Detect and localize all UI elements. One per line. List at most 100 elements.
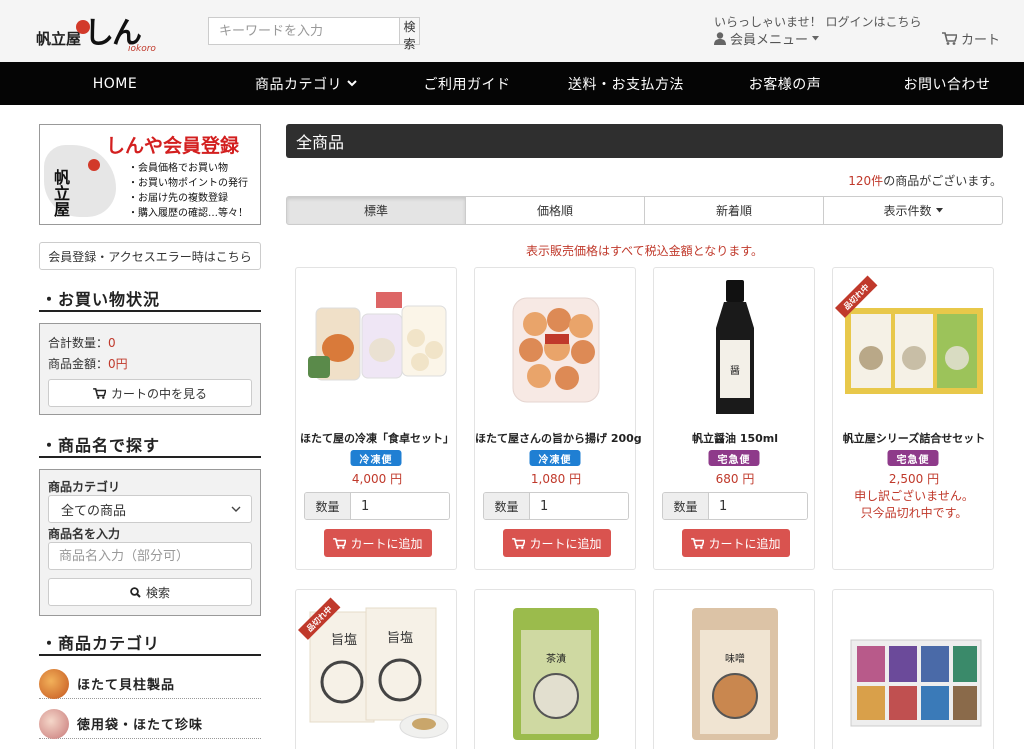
product-card: ほたて屋さんの旨から揚げ 200g 冷凍便 1,080 円 数量 1 カートに追… (474, 267, 642, 570)
per-page-label: 表示件数 (883, 204, 932, 218)
nav-shipping-payment[interactable]: 送料・お支払方法 (552, 62, 700, 105)
search-icon (130, 586, 141, 598)
product-card: 旨塩 旨塩 品切れ中 (295, 589, 457, 749)
product-image[interactable] (483, 278, 629, 418)
product-name[interactable]: 帆立屋シリーズ詰合せセット (833, 430, 993, 446)
page-title: 全商品 (286, 124, 1003, 158)
header-cart-link[interactable]: カート (942, 29, 1000, 48)
nav-product-category-label: 商品カテゴリ (255, 76, 342, 93)
product-name[interactable]: ほたて屋の冷凍「食卓セット」 (296, 430, 458, 446)
product-image[interactable] (841, 600, 987, 740)
view-cart-label: カートの中を見る (110, 386, 207, 401)
header-cart-label: カート (961, 33, 1001, 48)
scallop-category-icon (39, 668, 69, 699)
sort-tab-price[interactable]: 価格順 (465, 196, 645, 225)
shipping-badge: 宅急便 (887, 450, 939, 466)
product-name[interactable]: 帆立醤油 150ml (654, 430, 816, 446)
cart-icon (512, 537, 526, 549)
search-by-name-heading: ・商品名で探す (39, 432, 261, 458)
member-menu-dropdown[interactable]: 会員メニュー (714, 29, 820, 48)
nav-contact[interactable]: お問い合わせ (870, 62, 1024, 105)
chevron-down-icon (231, 506, 241, 512)
nav-home[interactable]: HOME (0, 62, 230, 105)
product-count-suffix: の商品がございます。 (883, 174, 1002, 188)
shopping-status-heading: ・お買い物状況 (39, 286, 261, 312)
shipping-badge: 冷凍便 (529, 450, 581, 466)
total-amount-value: 0円 (108, 357, 128, 371)
product-price: 2,500 円 (888, 472, 940, 486)
category-label: ほたて貝柱製品 (77, 678, 176, 693)
quantity-field: 数量 1 (662, 492, 808, 520)
add-to-cart-button[interactable]: カートに追加 (324, 529, 432, 557)
site-header: 帆立屋 しんや iokoro 検索 いらっしゃいませ！ ログインはこちら 会員メ… (0, 0, 1024, 95)
product-count-number: 120件 (848, 174, 884, 188)
cart-icon (93, 387, 106, 399)
product-image[interactable]: 味噌 (662, 600, 808, 740)
product-card: 醤 帆立醤油 150ml 宅急便 680 円 数量 1 カートに追加 (653, 267, 815, 570)
total-qty-row: 合計数量：0 (48, 334, 116, 351)
sidebar-category-value-packs[interactable]: 徳用袋・ほたて珍味 (39, 708, 261, 739)
nav-product-category[interactable]: 商品カテゴリ (230, 62, 382, 105)
product-name-input[interactable] (48, 542, 252, 570)
member-registration-banner[interactable]: しんや会員登録 帆立屋 ・会員価格でお買い物 ・お買い物ポイントの発行 ・お届け… (39, 124, 261, 225)
category-select-value: 全ての商品 (61, 503, 127, 519)
quantity-label: 数量 (663, 493, 709, 519)
product-image[interactable]: 醤 (662, 278, 808, 418)
banner-benefits: ・会員価格でお買い物 ・お買い物ポイントの発行 ・お届け先の複数登録 ・購入履歴… (128, 161, 248, 221)
banner-benefit: ・購入履歴の確認…等々！ (128, 208, 248, 219)
nav-guide[interactable]: ご利用ガイド (382, 62, 552, 105)
view-cart-button[interactable]: カートの中を見る (48, 379, 252, 407)
keyword-search-input[interactable] (209, 18, 399, 44)
svg-text:醤: 醤 (730, 364, 740, 377)
banner-benefit: ・お買い物ポイントの発行 (128, 178, 248, 189)
sort-tab-new[interactable]: 新着順 (644, 196, 824, 225)
category-select-label: 商品カテゴリ (48, 480, 121, 494)
main-nav: HOME 商品カテゴリ ご利用ガイド 送料・お支払方法 お客様の声 お問い合わせ (0, 62, 1024, 105)
product-card: 品切れ中 帆立屋シリーズ詰合せセット 宅急便 2,500 円 申し訳ございません… (832, 267, 994, 570)
access-error-button[interactable]: 会員登録・アクセスエラー時はこちら (39, 242, 261, 270)
add-to-cart-button[interactable]: カートに追加 (682, 529, 790, 557)
svg-text:茶漬: 茶漬 (546, 652, 566, 665)
product-price: 680 円 (715, 472, 755, 486)
quantity-field: 数量 1 (483, 492, 629, 520)
keyword-search-button[interactable]: 検索 (399, 18, 419, 51)
cart-icon (942, 32, 957, 45)
banner-benefit: ・お届け先の複数登録 (128, 193, 228, 204)
sort-tab-per-page[interactable]: 表示件数 (823, 196, 1003, 225)
quantity-label: 数量 (305, 493, 351, 519)
member-menu-label: 会員メニュー (730, 33, 809, 48)
logo-small-text: 帆立屋 (36, 30, 82, 48)
caret-down-icon (935, 208, 943, 213)
add-to-cart-label: カートに追加 (708, 536, 781, 551)
add-to-cart-button[interactable]: カートに追加 (503, 529, 611, 557)
sort-tab-standard[interactable]: 標準 (286, 196, 466, 225)
cart-icon (691, 537, 705, 549)
product-image[interactable]: 茶漬 (483, 600, 629, 740)
sort-tabs: 標準 価格順 新着順 表示件数 (286, 196, 1003, 225)
sold-out-message: 申し訳ございません。 只今品切れ中です。 (833, 488, 993, 522)
product-category-heading: ・商品カテゴリ (39, 630, 261, 656)
tax-note: 表示販売価格はすべて税込金額となります。 (525, 244, 764, 258)
product-search-button[interactable]: 検索 (48, 578, 252, 606)
quantity-input[interactable]: 1 (709, 493, 807, 519)
svg-text:旨塩: 旨塩 (387, 631, 413, 646)
product-card: 味噌 (653, 589, 815, 749)
category-select[interactable]: 全ての商品 (48, 495, 252, 523)
product-name[interactable]: ほたて屋さんの旨から揚げ 200g (475, 430, 642, 446)
value-pack-category-icon (39, 708, 69, 739)
quantity-input[interactable]: 1 (351, 493, 449, 519)
banner-benefit: ・会員価格でお買い物 (128, 163, 228, 174)
nav-customer-voices[interactable]: お客様の声 (700, 62, 870, 105)
add-to-cart-label: カートに追加 (350, 536, 423, 551)
quantity-input[interactable]: 1 (530, 493, 628, 519)
site-logo[interactable]: 帆立屋 しんや iokoro (36, 6, 162, 95)
product-count: 120件の商品がございます。 (848, 172, 1002, 189)
welcome-login-link[interactable]: いらっしゃいませ！ ログインはこちら (714, 13, 921, 30)
product-name-label: 商品名を入力 (48, 527, 121, 541)
svg-text:味噌: 味噌 (725, 652, 745, 665)
banner-brand: 帆立屋 (51, 169, 70, 217)
product-image[interactable] (304, 278, 450, 418)
product-price: 1,080 円 (530, 472, 582, 486)
total-qty-value: 0 (108, 336, 116, 350)
sidebar-category-scallop-products[interactable]: ほたて貝柱製品 (39, 668, 261, 699)
